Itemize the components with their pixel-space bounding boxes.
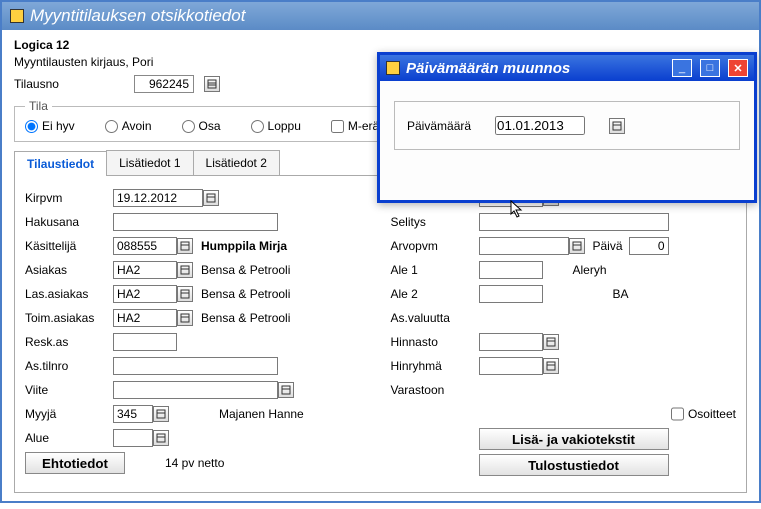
maximize-button[interactable]: □ — [700, 59, 720, 77]
alue-label: Alue — [25, 431, 113, 445]
asiakas-desc: Bensa & Petrooli — [201, 263, 290, 277]
arvopvm-label: Arvopvm — [391, 239, 479, 253]
radio-loppu-label: Loppu — [268, 119, 301, 133]
tilausno-lookup-button[interactable] — [204, 76, 220, 92]
kirpvm-lookup[interactable] — [203, 190, 219, 206]
kasittelija-desc: Humppila Mirja — [201, 239, 287, 253]
alue-lookup[interactable] — [153, 430, 169, 446]
tila-legend: Tila — [25, 99, 52, 113]
radio-loppu[interactable]: Loppu — [251, 119, 301, 133]
reskas-input[interactable] — [113, 333, 177, 351]
tab-body: Kirpvm Hakusana Käsittelijä Humppila Mirj… — [14, 176, 747, 493]
lasasiakas-label: Las.asiakas — [25, 287, 113, 301]
ale1-label: Ale 1 — [391, 263, 479, 277]
left-column: Kirpvm Hakusana Käsittelijä Humppila Mirj… — [25, 188, 371, 480]
tilausno-value: 962245 — [134, 75, 194, 93]
hinryhma-label: Hinryhmä — [391, 359, 479, 373]
radio-avoin[interactable]: Avoin — [105, 119, 152, 133]
kasittelija-label: Käsittelijä — [25, 239, 113, 253]
kirpvm-label: Kirpvm — [25, 191, 113, 205]
viite-lookup[interactable] — [278, 382, 294, 398]
paiva-input[interactable] — [629, 237, 669, 255]
dialog-app-icon — [386, 61, 400, 75]
hinnasto-label: Hinnasto — [391, 335, 479, 349]
osoitteet-check[interactable]: Osoitteet — [671, 405, 736, 423]
hinnasto-input[interactable] — [479, 333, 543, 351]
dialog-date-input[interactable] — [495, 116, 585, 135]
hinryhma-lookup[interactable] — [543, 358, 559, 374]
selitys-input[interactable] — [479, 213, 669, 231]
myyja-input[interactable] — [113, 405, 153, 423]
right-column: Toimvko Selitys ArvopvmPäivä Ale 1Aleryh… — [391, 188, 737, 480]
hinnasto-lookup[interactable] — [543, 334, 559, 350]
tab-lisatiedot1[interactable]: Lisätiedot 1 — [106, 150, 193, 175]
varastoon-label: Varastoon — [391, 383, 479, 397]
ale2-input[interactable] — [479, 285, 543, 303]
asvaluutta-label: As.valuutta — [391, 311, 479, 325]
close-button[interactable]: ✕ — [728, 59, 748, 77]
lisavakio-button[interactable]: Lisä- ja vakiotekstit — [479, 428, 669, 450]
asiakas-label: Asiakas — [25, 263, 113, 277]
ehtotiedot-button[interactable]: Ehtotiedot — [25, 452, 125, 474]
osoitteet-label: Osoitteet — [688, 407, 736, 421]
tab-lisatiedot2[interactable]: Lisätiedot 2 — [193, 150, 280, 175]
company-label: Logica 12 — [14, 38, 747, 52]
viite-label: Viite — [25, 383, 113, 397]
arvopvm-input[interactable] — [479, 237, 569, 255]
astilnro-label: As.tilnro — [25, 359, 113, 373]
minimize-button[interactable]: _ — [672, 59, 692, 77]
toimasiakas-desc: Bensa & Petrooli — [201, 311, 290, 325]
alue-input[interactable] — [113, 429, 153, 447]
dialog-titlebar[interactable]: Päivämäärän muunnos _ □ ✕ — [380, 55, 754, 81]
dialog-field-label: Päivämäärä — [407, 119, 471, 133]
tilausno-label: Tilausno — [14, 77, 124, 91]
myyja-desc: Majanen Hanne — [219, 407, 304, 421]
paiva-label: Päivä — [593, 239, 623, 253]
myyja-lookup[interactable] — [153, 406, 169, 422]
hakusana-label: Hakusana — [25, 215, 113, 229]
main-titlebar: Myyntitilauksen otsikkotiedot — [2, 2, 759, 30]
app-icon — [10, 9, 24, 23]
radio-osa-label: Osa — [199, 119, 221, 133]
cursor-icon — [510, 200, 526, 220]
radio-eihyv[interactable]: Ei hyv — [25, 119, 75, 133]
toimasiakas-label: Toim.asiakas — [25, 311, 113, 325]
dialog-date-lookup[interactable] — [609, 118, 625, 134]
toimasiakas-lookup[interactable] — [177, 310, 193, 326]
check-mera[interactable]: M-erä — [331, 119, 379, 133]
kasittelija-input[interactable] — [113, 237, 177, 255]
kirpvm-input[interactable] — [113, 189, 203, 207]
myyja-label: Myyjä — [25, 407, 113, 421]
lasasiakas-input[interactable] — [113, 285, 177, 303]
date-dialog: Päivämäärän muunnos _ □ ✕ Päivämäärä — [377, 52, 757, 203]
radio-eihyv-label: Ei hyv — [42, 119, 75, 133]
reskas-label: Resk.as — [25, 335, 113, 349]
hinryhma-input[interactable] — [479, 357, 543, 375]
asiakas-input[interactable] — [113, 261, 177, 279]
netto-label: 14 pv netto — [165, 456, 224, 470]
main-title: Myyntitilauksen otsikkotiedot — [30, 6, 245, 26]
dialog-title: Päivämäärän muunnos — [406, 60, 664, 77]
hakusana-input[interactable] — [113, 213, 278, 231]
radio-osa[interactable]: Osa — [182, 119, 221, 133]
arvopvm-lookup[interactable] — [569, 238, 585, 254]
aleryh-label: Aleryh — [573, 263, 607, 277]
kasittelija-lookup[interactable] — [177, 238, 193, 254]
ale2-label: Ale 2 — [391, 287, 479, 301]
tab-tilaustiedot[interactable]: Tilaustiedot — [14, 151, 107, 176]
asiakas-lookup[interactable] — [177, 262, 193, 278]
astilnro-input[interactable] — [113, 357, 278, 375]
ale1-input[interactable] — [479, 261, 543, 279]
selitys-label: Selitys — [391, 215, 479, 229]
lasasiakas-lookup[interactable] — [177, 286, 193, 302]
check-mera-label: M-erä — [348, 119, 379, 133]
ba-label: BA — [613, 287, 629, 301]
viite-input[interactable] — [113, 381, 278, 399]
toimasiakas-input[interactable] — [113, 309, 177, 327]
lasasiakas-desc: Bensa & Petrooli — [201, 287, 290, 301]
radio-avoin-label: Avoin — [122, 119, 152, 133]
tulostus-button[interactable]: Tulostustiedot — [479, 454, 669, 476]
